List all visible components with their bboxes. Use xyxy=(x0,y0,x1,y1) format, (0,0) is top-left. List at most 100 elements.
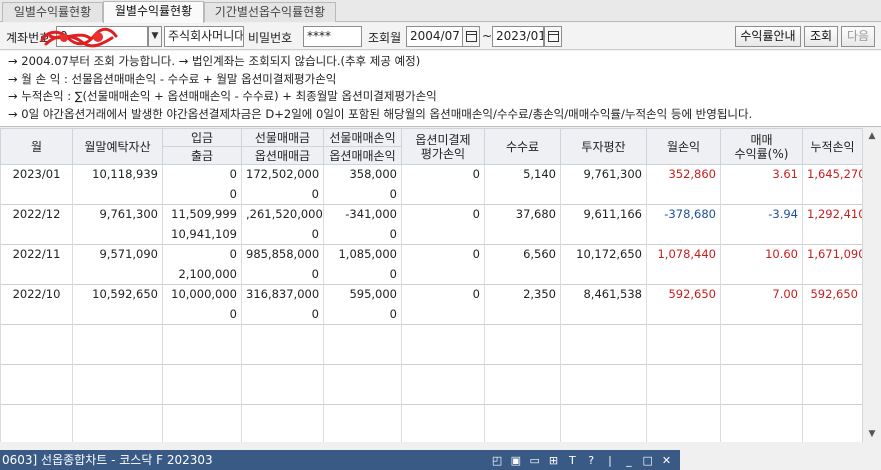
cell-empty xyxy=(802,364,862,385)
empty-row[interactable] xyxy=(0,384,862,405)
cell-futures-amount: 985,858,000 xyxy=(241,244,324,265)
cell-fee: 6,560 xyxy=(484,244,561,265)
maximize-icon[interactable]: □ xyxy=(640,451,655,470)
minimized-window-bar[interactable]: 0603] 선옵종합차트 - 코스닥 F 202303 ◰ ▣ ▭ ⊞ T ? … xyxy=(0,450,680,470)
cell-deposit: 11,509,999 xyxy=(162,204,242,225)
col-header-monthly-pl[interactable]: 월손익 xyxy=(646,128,721,165)
col-header-invest-avg[interactable]: 투자평잔 xyxy=(560,128,647,165)
minimize-icon[interactable]: _ xyxy=(621,451,636,470)
window-tile-icon[interactable]: ▣ xyxy=(508,451,523,470)
close-icon[interactable]: ✕ xyxy=(659,451,674,470)
empty-row[interactable] xyxy=(0,324,862,345)
table-row[interactable]: 2022/10 10,592,650 10,000,000 316,837,000 59… xyxy=(0,284,862,305)
cell-empty xyxy=(0,224,73,245)
cell-empty xyxy=(323,344,402,365)
cell-empty xyxy=(0,264,73,285)
empty-row[interactable] xyxy=(0,344,862,365)
cell-empty xyxy=(720,404,803,425)
lock-icon[interactable]: ⊞ xyxy=(546,451,561,470)
return-guide-button[interactable]: 수익률안내 xyxy=(735,26,801,47)
cell-withdraw: 2,100,000 xyxy=(162,264,242,285)
col-header-deposit[interactable]: 입금 xyxy=(162,128,242,147)
table-row[interactable]: 2023/01 10,118,939 0 172,502,000 358,000 0 5,1… xyxy=(0,164,862,185)
col-header-month[interactable]: 월 xyxy=(0,128,73,165)
empty-row[interactable] xyxy=(0,424,862,442)
monthly-return-table[interactable]: 월 월말예탁자산 입금 선물매매금 선물매매손익 옵션미결제 평가손익 수수료 투… xyxy=(0,128,862,442)
cell-empty xyxy=(484,384,561,405)
cell-empty xyxy=(560,344,647,365)
cell-empty xyxy=(401,304,485,325)
cell-empty xyxy=(241,404,324,425)
col-header-unsettled-pl[interactable]: 옵션미결제 평가손익 xyxy=(401,128,485,165)
table-row[interactable]: 2022/12 9,761,300 11,509,999,261,520,000 -3… xyxy=(0,204,862,225)
cell-options-amount: 0 xyxy=(241,184,324,205)
tab-monthly-return[interactable]: 월별수익률현황 xyxy=(103,1,204,23)
cell-futures-pl: 595,000 xyxy=(323,284,402,305)
cell-empty xyxy=(401,224,485,245)
col-header-withdraw[interactable]: 출금 xyxy=(162,146,242,165)
cell-empty xyxy=(162,324,242,345)
from-month-field[interactable]: 2004/07 xyxy=(406,26,465,47)
cell-empty xyxy=(401,404,485,425)
window-layout-icon[interactable]: ◰ xyxy=(490,451,505,470)
col-header-cumulative-pl[interactable]: 누적손익 xyxy=(802,128,862,165)
help-icon[interactable]: ? xyxy=(584,451,599,470)
account-name-field: 주식회사머니대 xyxy=(164,26,244,47)
cell-cumulative-pl: 1,671,090 xyxy=(802,244,862,265)
account-select[interactable]: 9 xyxy=(56,26,148,47)
cell-empty xyxy=(72,364,163,385)
col-header-options-pl[interactable]: 옵션매매손익 xyxy=(323,146,402,165)
calendar-icon[interactable] xyxy=(462,26,480,47)
cell-empty xyxy=(484,424,561,442)
cell-empty xyxy=(241,324,324,345)
col-header-assets[interactable]: 월말예탁자산 xyxy=(72,128,163,165)
notice-line: → 2004.07부터 조회 가능합니다. → 법인계좌는 조회되지 않습니다.… xyxy=(8,54,421,68)
query-button[interactable]: 조회 xyxy=(804,26,838,47)
cell-empty xyxy=(0,304,73,325)
cell-month: 2023/01 xyxy=(0,164,73,185)
cell-deposit: 10,000,000 xyxy=(162,284,242,305)
password-field[interactable]: **** xyxy=(303,26,362,47)
calendar-icon[interactable] xyxy=(544,26,562,47)
vertical-scrollbar[interactable]: ▲ ▼ xyxy=(862,128,881,442)
cell-empty xyxy=(802,384,862,405)
col-header-futures-pl[interactable]: 선물매매손익 xyxy=(323,128,402,147)
cell-empty xyxy=(401,424,485,442)
empty-row[interactable] xyxy=(0,404,862,425)
cell-empty xyxy=(646,324,721,345)
col-header-fee[interactable]: 수수료 xyxy=(484,128,561,165)
cell-empty xyxy=(323,404,402,425)
scroll-down-icon[interactable]: ▼ xyxy=(863,426,881,442)
table-row[interactable]: 2022/11 9,571,090 0 985,858,000 1,085,000 0 6,… xyxy=(0,244,862,265)
col-header-return-rate[interactable]: 매매 수익률(%) xyxy=(720,128,803,165)
cell-empty xyxy=(802,224,862,245)
text-icon[interactable]: T xyxy=(565,451,580,470)
cell-options-amount: 0 xyxy=(241,224,324,245)
table-row-sub[interactable]: 10,941,109 0 0 xyxy=(0,224,862,245)
to-month-field[interactable]: 2023/01 xyxy=(492,26,544,47)
cell-empty xyxy=(802,264,862,285)
col-header-futures-amount[interactable]: 선물매매금 xyxy=(241,128,324,147)
tab-period-return[interactable]: 기간별선옵수익률현황 xyxy=(204,2,336,22)
cell-empty xyxy=(401,324,485,345)
cell-assets: 10,118,939 xyxy=(72,164,163,185)
cell-options-amount: 0 xyxy=(241,264,324,285)
screen-icon[interactable]: ▭ xyxy=(527,451,542,470)
cell-empty xyxy=(401,184,485,205)
cell-cumulative-pl: 592,650 xyxy=(802,284,862,305)
tab-daily-return[interactable]: 일별수익률현황 xyxy=(2,2,103,22)
empty-row[interactable] xyxy=(0,364,862,385)
table-row-sub[interactable]: 000 xyxy=(0,304,862,325)
cell-empty xyxy=(401,364,485,385)
cell-unsettled-pl: 0 xyxy=(401,284,485,305)
table-row-sub[interactable]: 2,100,000 0 0 xyxy=(0,264,862,285)
next-button[interactable]: 다음 xyxy=(841,26,875,47)
cell-empty xyxy=(484,264,561,285)
col-header-options-amount[interactable]: 옵션매매금 xyxy=(241,146,324,165)
cell-invest-avg: 9,611,166 xyxy=(560,204,647,225)
cell-empty xyxy=(646,304,721,325)
table-row-sub[interactable]: 000 xyxy=(0,184,862,205)
cell-empty xyxy=(560,184,647,205)
chevron-down-icon[interactable]: ▼ xyxy=(148,26,162,47)
scroll-up-icon[interactable]: ▲ xyxy=(863,128,881,144)
